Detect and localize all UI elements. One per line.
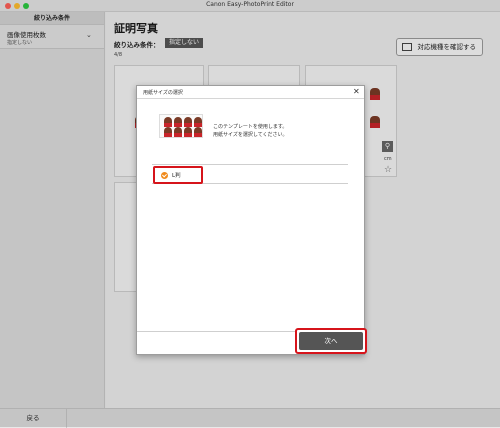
photo-thumbnail <box>174 127 182 137</box>
next-button[interactable]: 次へ <box>299 332 363 350</box>
photo-thumbnail <box>174 117 182 127</box>
dialog-title: 用紙サイズの選択 <box>143 90 183 96</box>
photo-thumbnail <box>184 117 192 127</box>
photo-thumbnail <box>194 117 202 127</box>
message-line-1: このテンプレートを使用します。 <box>213 124 288 130</box>
divider <box>152 164 348 165</box>
paper-size-dialog: 用紙サイズの選択 ✕ このテンプレートを使用します。 用紙サイズを選択してくださ… <box>136 85 367 355</box>
option-label: L判 <box>172 173 181 179</box>
photo-thumbnail <box>184 127 192 137</box>
next-button-highlight: 次へ <box>295 328 367 354</box>
photo-thumbnail <box>164 117 172 127</box>
close-icon[interactable]: ✕ <box>353 87 360 96</box>
message-line-2: 用紙サイズを選択してください。 <box>213 132 288 138</box>
radio-selected-icon[interactable] <box>161 172 168 179</box>
template-preview <box>159 114 203 138</box>
divider <box>137 98 364 99</box>
dialog-message: このテンプレートを使用します。 用紙サイズを選択してください。 <box>213 123 288 139</box>
photo-thumbnail <box>164 127 172 137</box>
paper-size-option-l[interactable]: L判 <box>153 166 203 184</box>
photo-thumbnail <box>194 127 202 137</box>
